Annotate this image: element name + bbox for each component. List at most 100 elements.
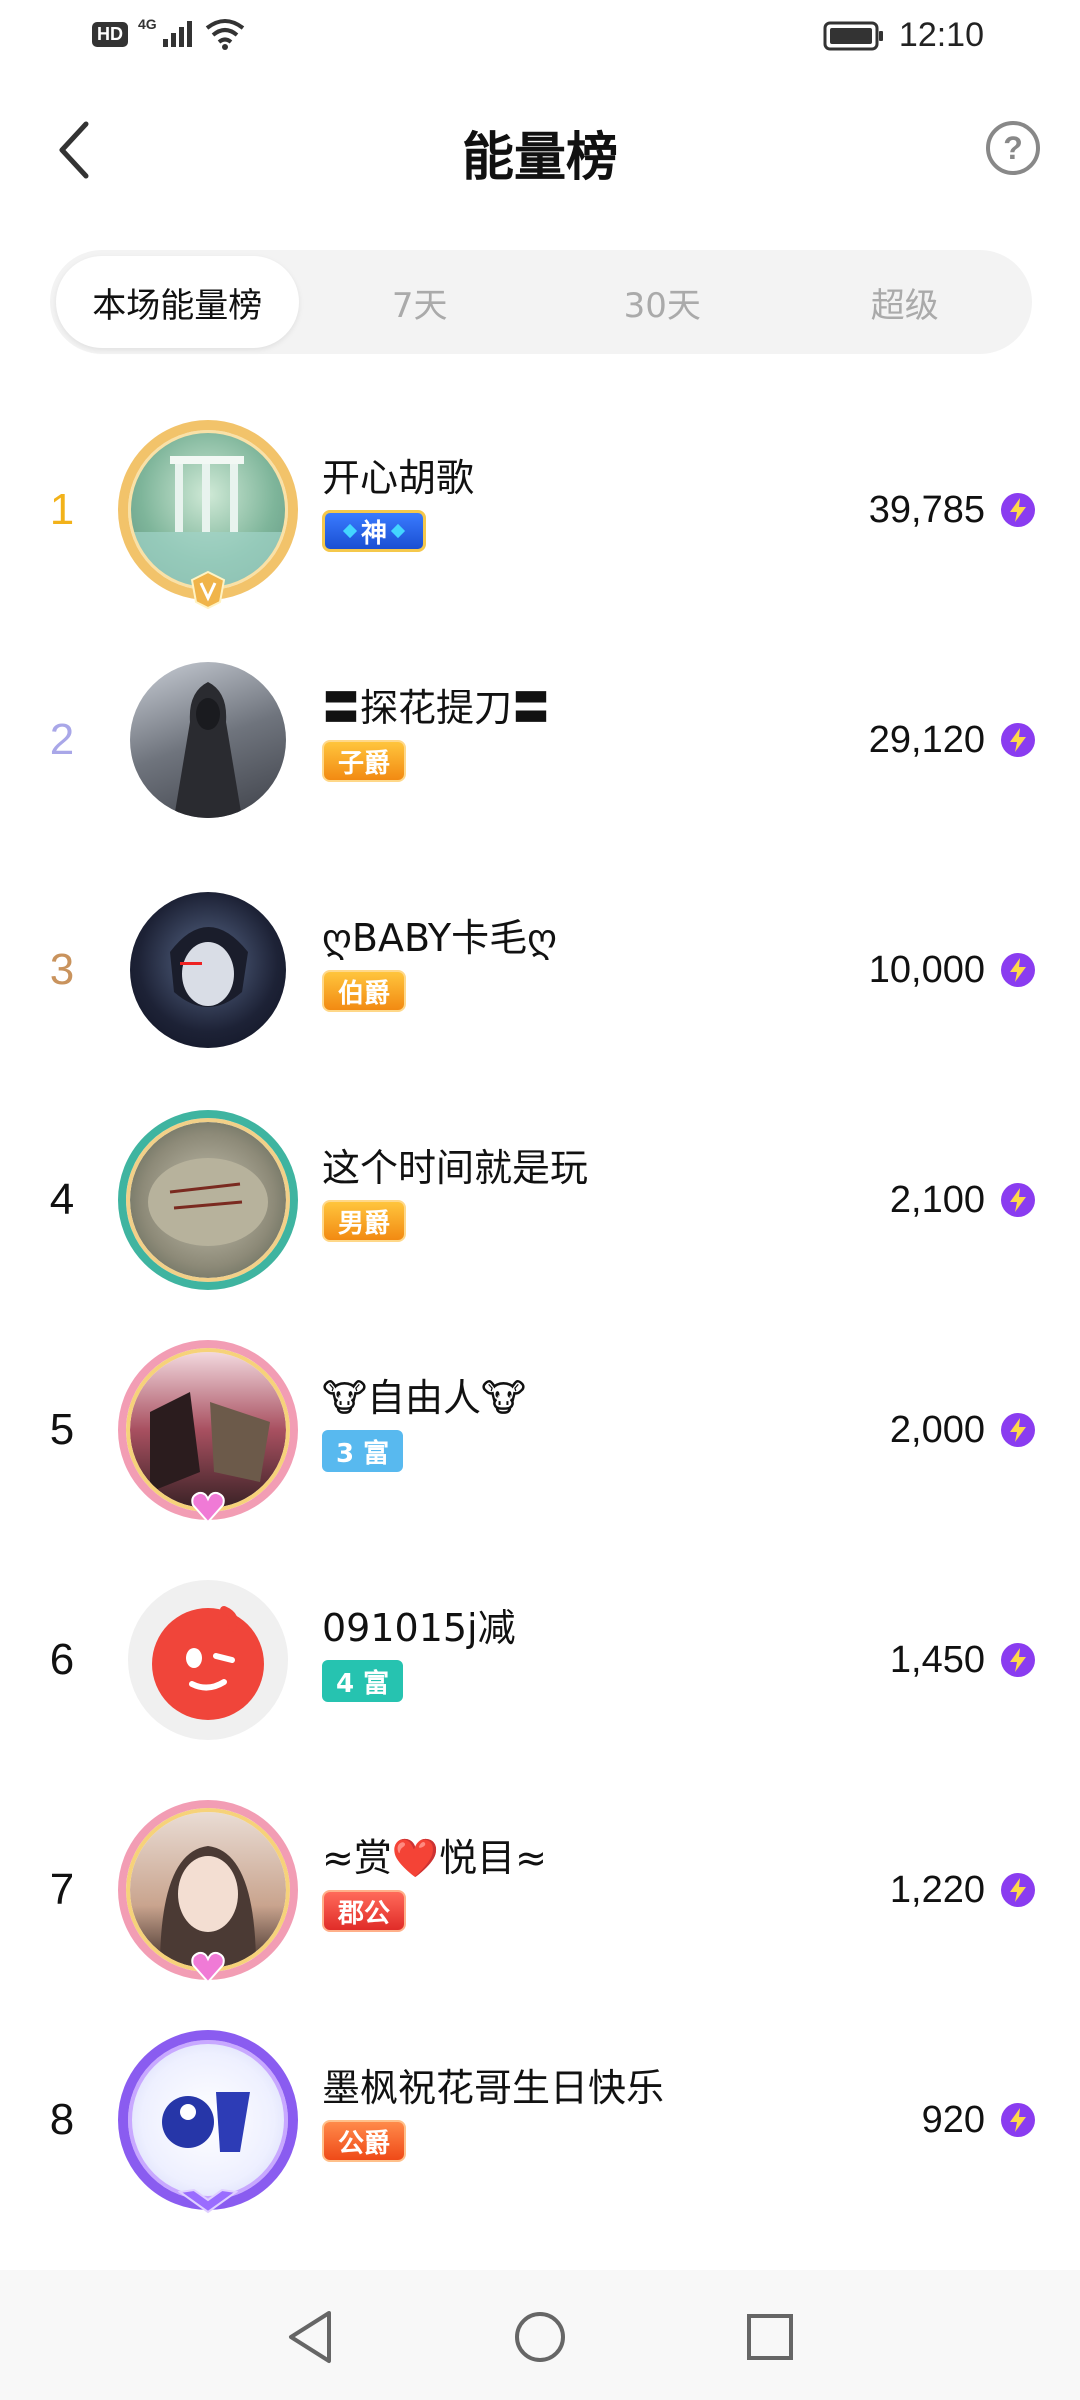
heart-gem-icon <box>191 1491 225 1524</box>
ranking-row[interactable]: 2 〓探花提刀〓 子爵 29,120 <box>0 625 1080 855</box>
rank-number: 1 <box>49 485 75 534</box>
wealth-badge: 3 富 <box>322 1430 404 1472</box>
lightning-energy-icon <box>1001 1873 1035 1907</box>
tab-super[interactable]: 超级 <box>784 256 1027 348</box>
badge-label: 子爵 <box>338 748 391 779</box>
tab-30-days[interactable]: 30天 <box>541 256 784 348</box>
rank-number: 8 <box>49 2095 75 2144</box>
question-circle-icon: ? <box>1003 129 1023 166</box>
rank-number: 4 <box>49 1175 75 1224</box>
energy-score: 10,000 <box>868 948 985 991</box>
badge-label: 神 <box>361 518 388 549</box>
nav-recents-button[interactable] <box>735 2302 805 2372</box>
ranking-list: 1 开心胡歌 神 39,785 2 〓探花提刀〓 子爵 29,120 3 ღBA… <box>0 395 1080 2235</box>
page-title: 能量榜 <box>461 128 618 188</box>
rank-number: 3 <box>49 945 75 994</box>
level-badge: 公爵 <box>322 2120 407 2162</box>
wifi-icon <box>205 19 244 50</box>
ranking-row[interactable]: 5 🐮自由人🐮 3 富 2,000 <box>0 1315 1080 1545</box>
lightning-energy-icon <box>1001 953 1035 987</box>
tab-7-days[interactable]: 7天 <box>299 256 542 348</box>
diamond-icon <box>390 523 406 539</box>
triangle-back-icon <box>289 2311 331 2363</box>
help-button[interactable]: ? <box>986 121 1040 175</box>
diamond-icon <box>342 523 358 539</box>
avatar[interactable] <box>118 880 298 1060</box>
energy-score: 2,100 <box>889 1178 985 1221</box>
avatar-frame-teal <box>118 1110 298 1290</box>
ranking-row[interactable]: 8 墨枫祝花哥生日快乐 公爵 920 <box>0 2005 1080 2235</box>
level-badge: 郡公 <box>322 1890 407 1932</box>
status-left: HD 4G <box>92 16 245 50</box>
v-shield-icon <box>190 570 226 610</box>
ranking-row[interactable]: 4 这个时间就是玩 男爵 2,100 <box>0 1085 1080 1315</box>
user-name: 这个时间就是玩 <box>322 1146 589 1190</box>
lightning-energy-icon <box>1001 493 1035 527</box>
user-name: 墨枫祝花哥生日快乐 <box>322 2066 665 2110</box>
avatar[interactable] <box>118 1800 298 1984</box>
avatar-frame-purple <box>118 2030 298 2210</box>
nav-home-button[interactable] <box>505 2302 575 2372</box>
avatar[interactable] <box>118 650 298 830</box>
avatar[interactable] <box>118 1110 298 1290</box>
system-nav-bar <box>0 2270 1080 2400</box>
user-name: ≈赏❤️悦目≈ <box>322 1836 547 1880</box>
lightning-energy-icon <box>1001 1413 1035 1447</box>
clock: 12:10 <box>898 16 984 54</box>
nav-back-button[interactable] <box>275 2302 345 2372</box>
screen: HD 4G 12:10 能量榜 ? 本场能量榜 7天 30天 超级 1 开心胡歌… <box>0 0 1080 2400</box>
user-name: 091015j减 <box>322 1606 516 1650</box>
energy-score: 39,785 <box>868 488 985 531</box>
battery-icon <box>823 21 883 50</box>
badge-label: 3 富 <box>336 1438 390 1469</box>
rank-number: 7 <box>49 1865 75 1914</box>
user-name: 〓探花提刀〓 <box>322 686 551 730</box>
avatar[interactable] <box>118 420 298 610</box>
gem-crest-icon <box>178 2188 238 2214</box>
avatar[interactable] <box>118 2030 298 2214</box>
user-name: ღBABY卡毛ღ <box>322 916 558 960</box>
energy-score: 1,220 <box>889 1868 985 1911</box>
wealth-badge: 4 富 <box>322 1660 404 1702</box>
hd-badge: HD <box>92 21 128 47</box>
user-name: 🐮自由人🐮 <box>322 1376 526 1420</box>
status-bar: HD 4G 12:10 <box>0 0 1080 80</box>
user-name: 开心胡歌 <box>322 456 475 500</box>
tab-current-session[interactable]: 本场能量榜 <box>56 256 299 348</box>
rank-number: 6 <box>49 1635 75 1684</box>
rank-number: 5 <box>49 1405 75 1454</box>
lightning-energy-icon <box>1001 1643 1035 1677</box>
badge-label: 公爵 <box>338 2128 391 2159</box>
energy-score: 29,120 <box>868 718 985 761</box>
energy-score: 1,450 <box>889 1638 985 1681</box>
tab-bar: 本场能量榜 7天 30天 超级 <box>50 250 1032 354</box>
level-badge: 男爵 <box>322 1200 407 1242</box>
avatar-image <box>130 892 286 1048</box>
square-recents-icon <box>747 2314 793 2360</box>
level-badge: 子爵 <box>322 740 407 782</box>
energy-score: 2,000 <box>889 1408 985 1451</box>
heart-gem-icon <box>191 1951 225 1984</box>
signal-icon <box>162 21 192 47</box>
avatar-image <box>130 662 286 818</box>
badge-label: 男爵 <box>338 1208 391 1239</box>
badge-label: 郡公 <box>338 1898 391 1929</box>
circle-home-icon <box>515 2312 565 2362</box>
header: 能量榜 ? <box>0 95 1080 205</box>
badge-label: 伯爵 <box>338 978 391 1009</box>
avatar[interactable] <box>118 1340 298 1524</box>
ranking-row[interactable]: 6 091015j减 4 富 1,450 <box>0 1545 1080 1775</box>
badge-label: 4 富 <box>336 1668 390 1699</box>
avatar-image <box>128 1580 288 1740</box>
level-badge: 伯爵 <box>322 970 407 1012</box>
rank-number: 2 <box>49 715 75 764</box>
ranking-row[interactable]: 3 ღBABY卡毛ღ 伯爵 10,000 <box>0 855 1080 1085</box>
avatar[interactable] <box>118 1570 298 1750</box>
network-type: 4G <box>138 16 157 32</box>
status-right: 12:10 <box>823 16 984 55</box>
level-badge: 神 <box>322 510 427 552</box>
ranking-row[interactable]: 1 开心胡歌 神 39,785 <box>0 395 1080 625</box>
energy-score: 920 <box>921 2098 985 2141</box>
ranking-row[interactable]: 7 ≈赏❤️悦目≈ 郡公 1,220 <box>0 1775 1080 2005</box>
lightning-energy-icon <box>1001 2103 1035 2137</box>
